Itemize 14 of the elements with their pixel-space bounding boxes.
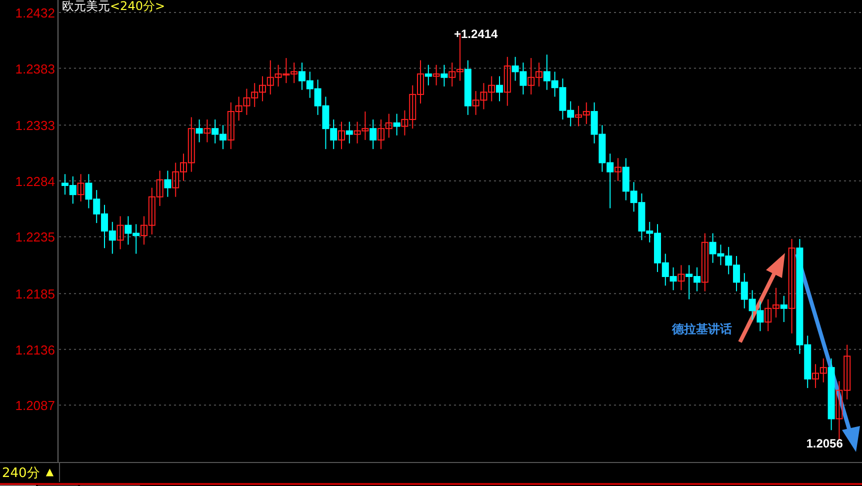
price-label: 1.2185 <box>15 286 55 302</box>
price-label: 1.2136 <box>15 342 55 358</box>
price-label: 1.2333 <box>15 118 55 134</box>
price-label: 1.2383 <box>15 61 55 76</box>
chart-title: 欧元美元<240分> <box>62 0 166 13</box>
period-selector[interactable]: 240分 ▲ <box>0 463 60 482</box>
price-annotation: +1.2414 <box>454 27 498 41</box>
price-label: 1.2087 <box>15 398 55 414</box>
price-label: 1.2432 <box>15 6 55 21</box>
triangle-icon: ▲ <box>46 467 54 478</box>
price-annotation: 1.2056 <box>806 436 843 450</box>
event-label: 德拉基讲话 <box>672 322 732 336</box>
price-label: 1.2284 <box>15 174 55 189</box>
price-label: 1.2235 <box>15 230 55 245</box>
